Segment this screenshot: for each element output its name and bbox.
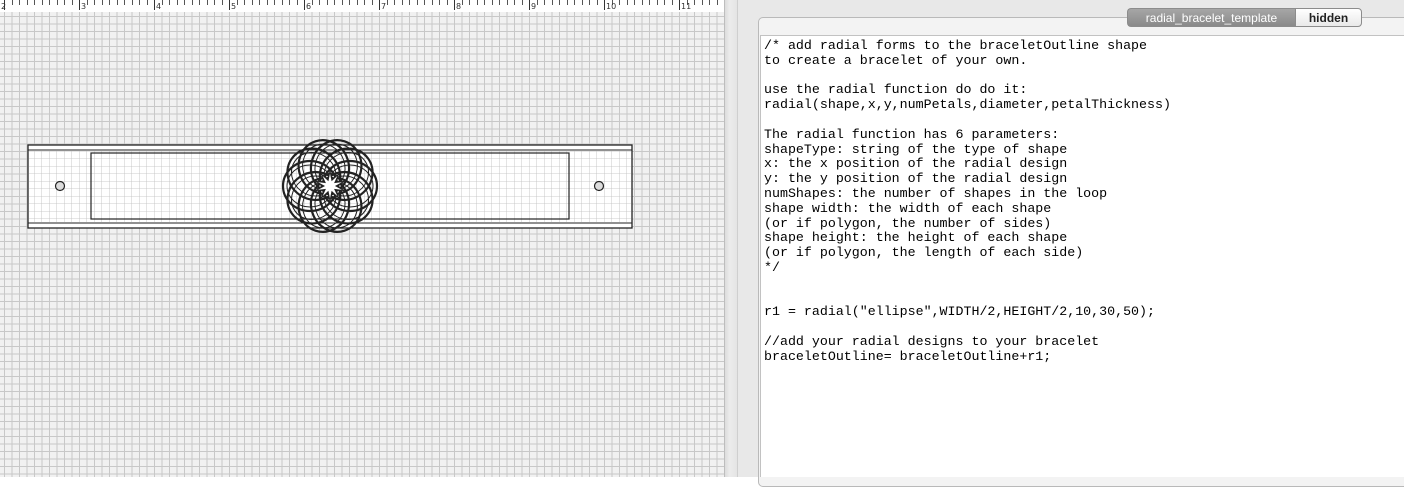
bracelet-design[interactable] [0,0,724,477]
design-canvas[interactable]: 2 3 4 5 6 7 8 9 10 11 [0,0,724,477]
right-hole-icon [593,180,605,192]
tab-hidden[interactable]: hidden [1295,8,1362,27]
code-line: (or if polygon, the length of each side) [764,245,1084,261]
panel-divider[interactable] [724,0,738,477]
editor-tabs: radial_bracelet_template hidden [1127,8,1362,27]
left-hole-icon [54,180,66,192]
code-textarea[interactable]: /* add radial forms to the braceletOutli… [760,35,1404,477]
code-line: The radial function has 6 parameters: [764,126,1060,142]
code-line: shapeType: string of the type of shape [764,141,1068,157]
code-line: x: the x position of the radial design [764,156,1068,172]
code-line: /* add radial forms to the braceletOutli… [764,38,1148,53]
code-line: y: the y position of the radial design [764,171,1068,187]
code-line: radial(shape,x,y,numPetals,diameter,peta… [764,97,1171,113]
code-line: r1 = radial("ellipse",WIDTH/2,HEIGHT/2,1… [764,304,1155,320]
code-line: braceletOutline= braceletOutline+r1; [764,348,1052,364]
code-line: //add your radial designs to your bracel… [764,333,1100,349]
code-line: shape width: the width of each shape [764,200,1052,216]
code-line: */ [764,259,780,275]
code-line: (or if polygon, the number of sides) [764,215,1052,231]
code-line: use the radial function do do it: [764,82,1028,98]
code-editor-panel: radial_bracelet_template hidden /* add r… [738,0,1404,487]
code-line: shape height: the height of each shape [764,230,1068,246]
tab-radial-bracelet-template[interactable]: radial_bracelet_template [1127,8,1295,27]
code-line: numShapes: the number of shapes in the l… [764,185,1108,201]
code-line: to create a bracelet of your own. [764,52,1028,68]
